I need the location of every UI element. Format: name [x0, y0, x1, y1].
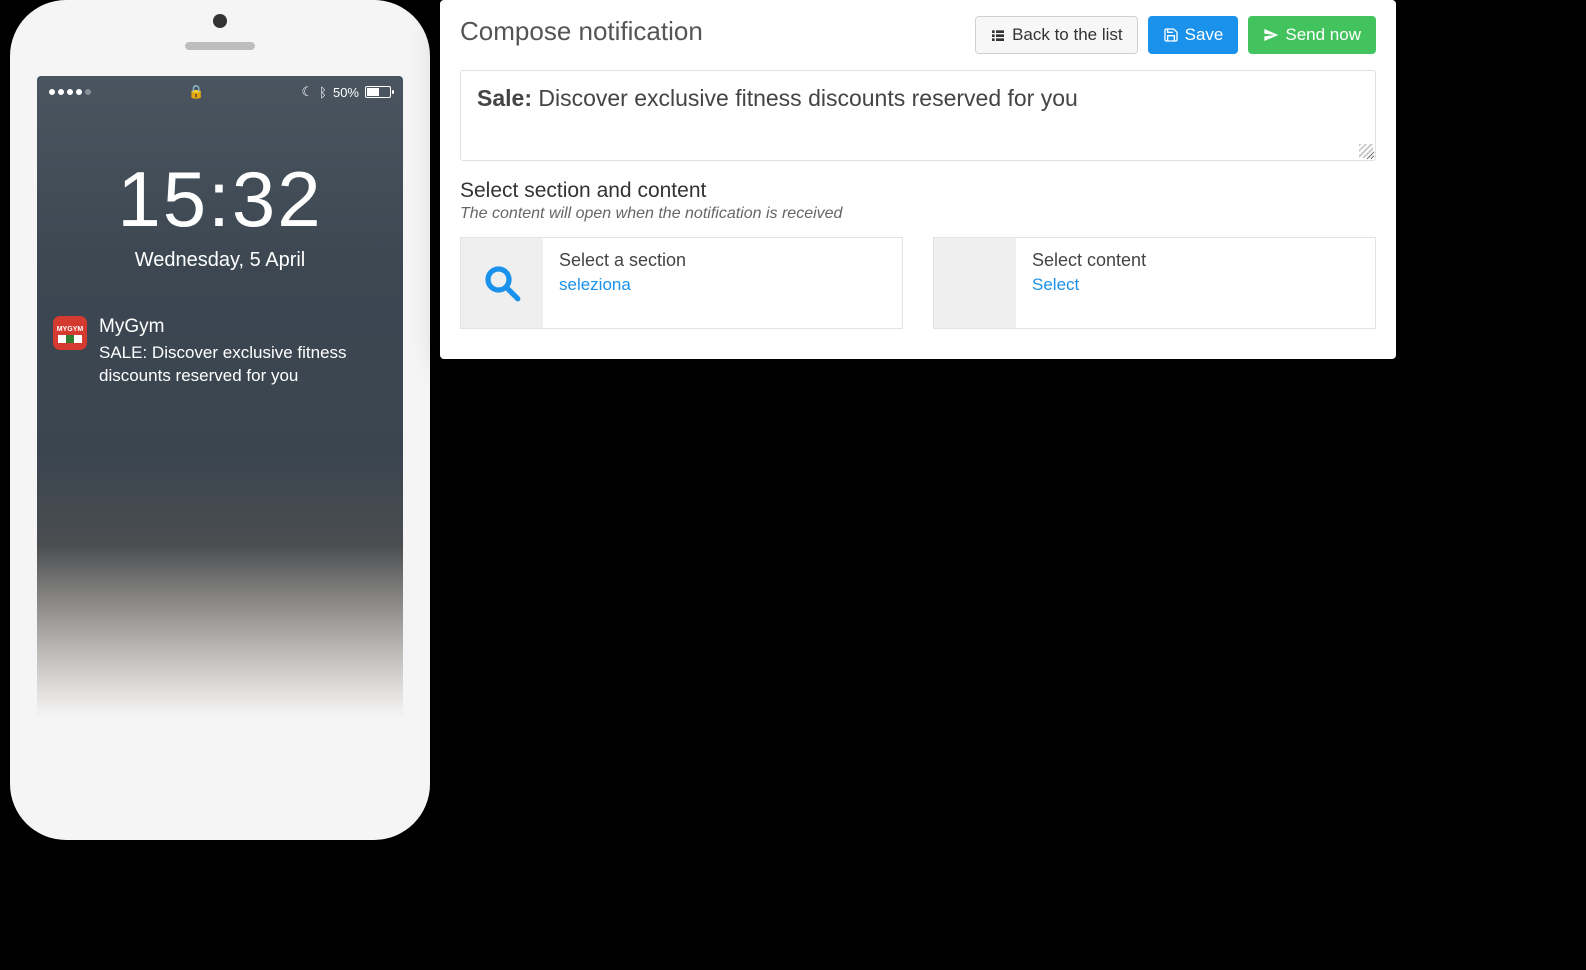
select-section-hint: The content will open when the notificat… — [460, 205, 1376, 223]
select-row: Select a section seleziona Select conten… — [460, 237, 1376, 329]
lockscreen-notification: MYGYM MyGym SALE: Discover exclusive fit… — [53, 316, 387, 388]
compose-body: Discover exclusive fitness discounts res… — [538, 85, 1077, 111]
lockscreen-clock: 15:32 Wednesday, 5 April — [37, 154, 403, 272]
page-title: Compose notification — [460, 16, 703, 47]
select-section-link[interactable]: seleziona — [559, 275, 686, 295]
notification-text: SALE: Discover exclusive fitness discoun… — [99, 342, 387, 388]
send-label: Send now — [1285, 25, 1361, 45]
save-label: Save — [1185, 25, 1224, 45]
battery-icon — [365, 86, 391, 98]
notification-body: MyGym SALE: Discover exclusive fitness d… — [99, 316, 387, 388]
content-placeholder-icon — [934, 238, 1016, 328]
notification-app-icon: MYGYM — [53, 316, 87, 350]
panel-actions: Back to the list Save Send now — [975, 16, 1376, 54]
save-button[interactable]: Save — [1148, 16, 1239, 54]
select-section-title: Select a section — [559, 250, 686, 271]
compose-panel: Compose notification Back to the list Sa… — [440, 0, 1396, 359]
clock-date: Wednesday, 5 April — [37, 249, 403, 272]
back-to-list-label: Back to the list — [1012, 25, 1123, 45]
status-bar: 🔒 ☾ ᛒ 50% — [37, 76, 403, 100]
compose-prefix: Sale: — [477, 85, 532, 111]
bluetooth-icon: ᛒ — [319, 85, 327, 100]
phone-screen: 🔒 ☾ ᛒ 50% 15:32 Wednesday, 5 April MYGYM… — [37, 76, 403, 716]
signal-dots-icon — [49, 89, 91, 95]
dnd-icon: ☾ — [302, 84, 314, 100]
phone-mockup: 🔒 ☾ ᛒ 50% 15:32 Wednesday, 5 April MYGYM… — [10, 0, 430, 840]
phone-speaker — [185, 42, 255, 50]
notification-title: MyGym — [99, 316, 387, 338]
save-icon — [1163, 27, 1179, 43]
lock-icon: 🔒 — [188, 84, 204, 100]
select-content-link[interactable]: Select — [1032, 275, 1146, 295]
notification-app-icon-label: MYGYM — [57, 326, 83, 333]
resize-handle-icon[interactable] — [1359, 144, 1373, 158]
search-icon — [461, 238, 543, 328]
select-content-title: Select content — [1032, 250, 1146, 271]
select-section-label: Select section and content — [460, 179, 1376, 203]
screen-fade — [37, 546, 403, 716]
status-right: ☾ ᛒ 50% — [302, 84, 392, 100]
list-icon — [990, 27, 1006, 43]
select-content-card[interactable]: Select content Select — [933, 237, 1376, 329]
status-left — [49, 89, 91, 95]
send-now-button[interactable]: Send now — [1248, 16, 1376, 54]
panel-header: Compose notification Back to the list Sa… — [460, 16, 1376, 54]
select-section-card[interactable]: Select a section seleziona — [460, 237, 903, 329]
back-to-list-button[interactable]: Back to the list — [975, 16, 1138, 54]
battery-percent: 50% — [333, 85, 359, 100]
clock-time: 15:32 — [37, 154, 403, 245]
compose-textarea[interactable]: Sale: Discover exclusive fitness discoun… — [460, 70, 1376, 161]
send-icon — [1263, 27, 1279, 43]
